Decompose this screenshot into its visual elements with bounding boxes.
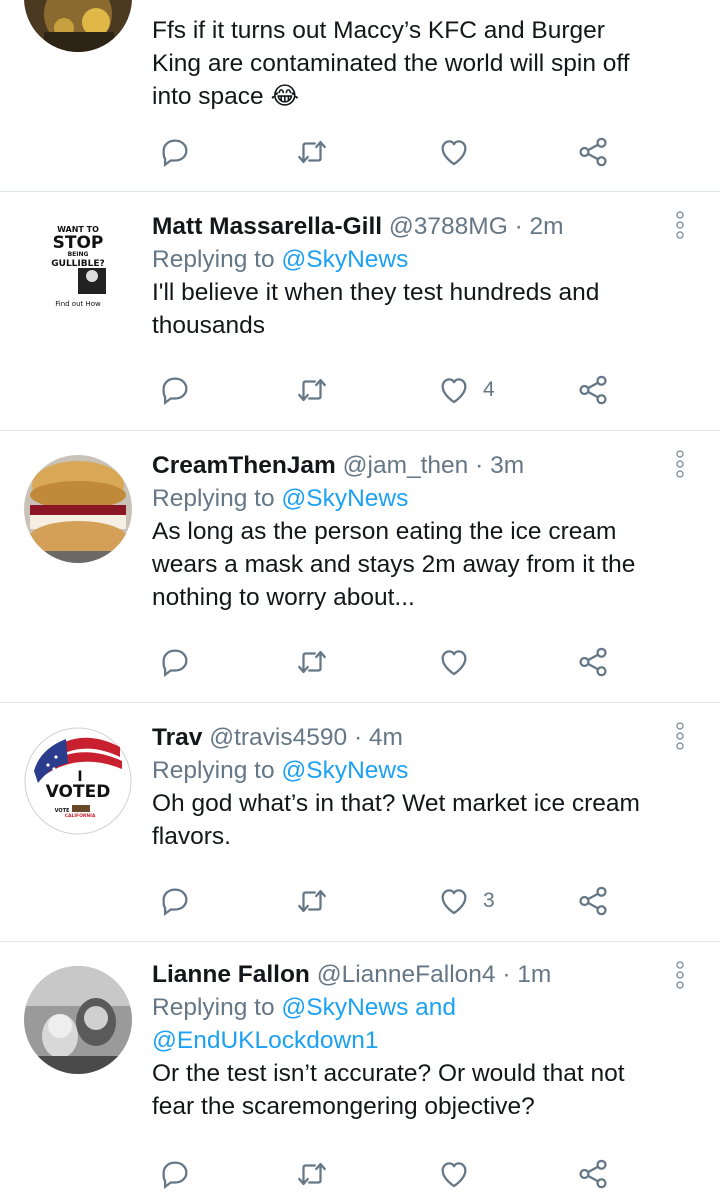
timestamp: · 3m (475, 452, 525, 479)
retweet-icon (298, 889, 326, 913)
author-name[interactable]: CreamThenJam (152, 452, 336, 479)
share-button[interactable] (576, 642, 610, 682)
reply-to-link[interactable]: @SkyNews (281, 485, 408, 512)
tweet-text: I'll believe it when they test hundreds … (152, 279, 600, 339)
author-handle[interactable]: @jam_then (343, 452, 469, 479)
tweet[interactable]: CreamThenJam @jam_then · 3m Replying to … (0, 431, 720, 703)
reply-to-link[interactable]: @SkyNews (281, 246, 408, 273)
reply-button[interactable] (158, 642, 192, 682)
retweet-icon (298, 378, 326, 402)
reply-button[interactable] (158, 132, 192, 172)
reply-button[interactable] (158, 1154, 192, 1194)
share-icon (579, 886, 607, 916)
reply-icon (162, 377, 188, 406)
retweet-button[interactable] (295, 132, 329, 172)
timestamp: · 1m (502, 961, 552, 988)
share-button[interactable] (576, 1154, 610, 1194)
tweet-text: Or the test isn’t accurate? Or would tha… (152, 1060, 625, 1120)
author-handle[interactable]: @travis4590 (209, 724, 347, 751)
author-handle[interactable]: @3788MG (389, 213, 508, 240)
more-options-icon[interactable] (672, 960, 688, 990)
avatar-text: Find out How (55, 300, 101, 308)
reply-to-link[interactable]: @SkyNews (281, 757, 408, 784)
tweet[interactable]: Lianne Fallon @LianneFallon4 · 1m Replyi… (0, 942, 720, 1202)
like-icon (441, 1162, 467, 1188)
replying-label: Replying to (152, 994, 275, 1021)
retweet-button[interactable] (295, 1154, 329, 1194)
avatar-text: VOTED (46, 782, 111, 802)
share-icon (579, 1159, 607, 1189)
reply-button[interactable] (158, 370, 192, 410)
reply-icon (162, 139, 188, 168)
more-options-icon[interactable] (672, 449, 688, 479)
avatar[interactable] (24, 455, 132, 563)
avatar-text: GULLIBLE? (51, 259, 104, 269)
tweet[interactable]: I VOTED VOTE CALIFORNIA Trav @travis4590… (0, 703, 720, 942)
timestamp: · 4m (353, 724, 403, 751)
timestamp: · 2m (514, 213, 564, 240)
like-button[interactable]: 3 (437, 881, 495, 921)
reply-button[interactable] (158, 881, 192, 921)
retweet-icon (298, 650, 326, 674)
like-icon (441, 650, 467, 676)
share-icon (579, 137, 607, 167)
like-icon (441, 140, 467, 166)
tweet[interactable]: WANT TO STOP BEING GULLIBLE? Find out Ho… (0, 192, 720, 431)
like-count: 4 (483, 378, 495, 401)
share-icon (579, 647, 607, 677)
share-icon (579, 375, 607, 405)
retweet-button[interactable] (295, 881, 329, 921)
reply-icon (162, 1161, 188, 1190)
tweet-text: As long as the person eating the ice cre… (152, 518, 636, 611)
like-icon (441, 378, 467, 404)
tweet-text: Ffs if it turns out Maccy’s KFC and Burg… (152, 17, 630, 110)
like-button[interactable] (437, 642, 483, 682)
tweet-text: Oh god what’s in that? Wet market ice cr… (152, 790, 640, 850)
replying-label: Replying to (152, 757, 275, 784)
like-count: 3 (483, 889, 495, 912)
avatar[interactable]: I VOTED VOTE CALIFORNIA (24, 727, 132, 835)
like-button[interactable]: 4 (437, 370, 495, 410)
share-button[interactable] (576, 132, 610, 172)
share-button[interactable] (576, 881, 610, 921)
more-options-icon[interactable] (672, 721, 688, 751)
author-name[interactable]: Matt Massarella-Gill (152, 213, 382, 240)
author-name[interactable]: Lianne Fallon (152, 961, 310, 988)
more-options-icon[interactable] (672, 210, 688, 240)
avatar[interactable]: WANT TO STOP BEING GULLIBLE? Find out Ho… (24, 208, 132, 316)
like-icon (441, 889, 467, 915)
reply-icon (162, 649, 188, 678)
avatar[interactable] (24, 0, 132, 52)
avatar[interactable] (24, 966, 132, 1074)
avatar-text: BEING (68, 251, 89, 258)
reply-icon (162, 888, 188, 917)
retweet-button[interactable] (295, 370, 329, 410)
retweet-icon (298, 1162, 326, 1186)
retweet-button[interactable] (295, 642, 329, 682)
avatar-text: CALIFORNIA (65, 813, 96, 819)
replying-label: Replying to (152, 485, 275, 512)
replying-label: Replying to (152, 246, 275, 273)
author-handle[interactable]: @LianneFallon4 (317, 961, 496, 988)
share-button[interactable] (576, 370, 610, 410)
like-button[interactable] (437, 132, 471, 172)
avatar-text: STOP (53, 233, 104, 253)
retweet-icon (298, 140, 326, 164)
author-name[interactable]: Trav (152, 724, 202, 751)
like-button[interactable] (437, 1154, 471, 1194)
tweet[interactable]: Ffs if it turns out Maccy’s KFC and Burg… (0, 0, 720, 192)
